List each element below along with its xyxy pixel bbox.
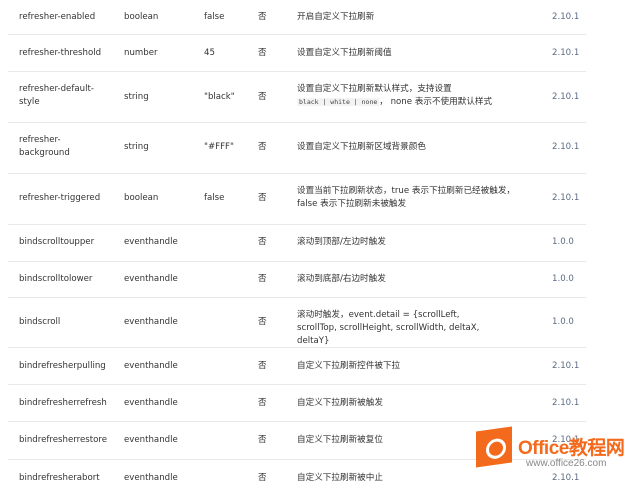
table-row: refresher-enabled boolean false 否 开启自定义下… [8,0,586,35]
attr-type: eventhandle [124,317,178,327]
attr-required: 否 [258,193,267,203]
attr-description: 滚动到底部/右边时触发 [297,274,386,284]
attr-name: bindrefresherabort [19,473,100,483]
attr-version: 2.10.1 [552,193,580,203]
attr-default: 45 [204,48,215,58]
attr-name: bindscrolltolower [19,274,93,284]
attr-version: 2.10.1 [552,48,580,58]
attr-name: bindscrolltoupper [19,237,95,247]
attr-description: 设置自定义下拉刷新阈值 [297,48,392,58]
attr-name: bindrefresherpulling [19,361,106,371]
attr-name: refresher-triggered [19,193,101,203]
table-row: bindscroll eventhandle 否 滚动时触发，event.det… [8,298,586,348]
attr-type: boolean [124,12,159,22]
office-logo-icon [476,426,512,468]
table-row: bindscrolltoupper eventhandle 否 滚动到顶部/左边… [8,225,586,262]
table-row: refresher-background string "#FFF" 否 设置自… [8,123,586,174]
attr-default: false [204,12,225,22]
watermark-brand: Office教程网 [518,438,625,459]
attr-required: 否 [258,142,267,152]
attr-required: 否 [258,12,267,22]
attr-version: 1.0.0 [552,274,574,284]
attr-name: refresher-default-style [19,84,94,107]
attr-description-text: 设置自定义下拉刷新默认样式，支持设置 [297,84,452,94]
attr-required: 否 [258,317,267,327]
table-row: bindrefresherrefresh eventhandle 否 自定义下拉… [8,385,586,422]
attr-default: "#FFF" [204,142,234,152]
attr-description: 滚动时触发，event.detail = {scrollLeft, scroll… [297,310,480,346]
table-row: refresher-triggered boolean false 否 设置当前… [8,174,586,225]
attr-name: bindrefresherrefresh [19,398,107,408]
style-values-code: black | white | none [297,98,380,106]
attr-required: 否 [258,274,267,284]
attr-version: 2.10.1 [552,12,580,22]
attr-version: 2.10.1 [552,398,580,408]
attr-type: string [124,142,149,152]
attr-name: bindscroll [19,317,61,327]
attr-required: 否 [258,473,267,483]
attr-default: "black" [204,92,235,102]
attr-type: eventhandle [124,435,178,445]
attr-description: 自定义下拉刷新被触发 [297,398,383,408]
attr-required: 否 [258,92,267,102]
attr-required: 否 [258,237,267,247]
attr-version: 1.0.0 [552,237,574,247]
attr-description: 开启自定义下拉刷新 [297,12,375,22]
attr-description: 设置自定义下拉刷新默认样式，支持设置 black | white | none，… [297,83,535,109]
watermark-domain: www.office26.com [526,458,607,469]
attr-required: 否 [258,361,267,371]
attr-name: refresher-background [19,135,70,158]
attr-description: 滚动到顶部/左边时触发 [297,237,386,247]
attr-name: bindrefresherrestore [19,435,107,445]
attr-type: eventhandle [124,473,178,483]
attr-description-tail: ， none 表示不使用默认样式 [379,97,493,107]
attr-description: 设置当前下拉刷新状态，true 表示下拉刷新已经被触发，false 表示下拉刷新… [297,186,516,209]
attr-required: 否 [258,435,267,445]
attr-type: string [124,92,149,102]
table-row: bindscrolltolower eventhandle 否 滚动到底部/右边… [8,262,586,298]
table-row: bindrefresherpulling eventhandle 否 自定义下拉… [8,348,586,385]
attr-type: eventhandle [124,274,178,284]
attr-version: 1.0.0 [552,317,574,327]
attr-type: eventhandle [124,398,178,408]
attr-version: 2.10.1 [552,142,580,152]
attr-description: 自定义下拉刷新控件被下拉 [297,361,401,371]
attr-version: 2.10.1 [552,361,580,371]
attr-version: 2.10.1 [552,92,580,102]
attr-type: boolean [124,193,159,203]
attr-required: 否 [258,48,267,58]
table-row: refresher-default-style string "black" 否… [8,72,586,123]
attr-type: number [124,48,158,58]
attr-name: refresher-threshold [19,48,102,58]
attr-name: refresher-enabled [19,12,96,22]
attr-type: eventhandle [124,361,178,371]
table-row: refresher-threshold number 45 否 设置自定义下拉刷… [8,35,586,72]
attr-default: false [204,193,225,203]
attr-required: 否 [258,398,267,408]
attr-description: 设置自定义下拉刷新区域背景颜色 [297,142,426,152]
attr-type: eventhandle [124,237,178,247]
office-watermark: Office教程网 www.office26.com [470,425,640,477]
